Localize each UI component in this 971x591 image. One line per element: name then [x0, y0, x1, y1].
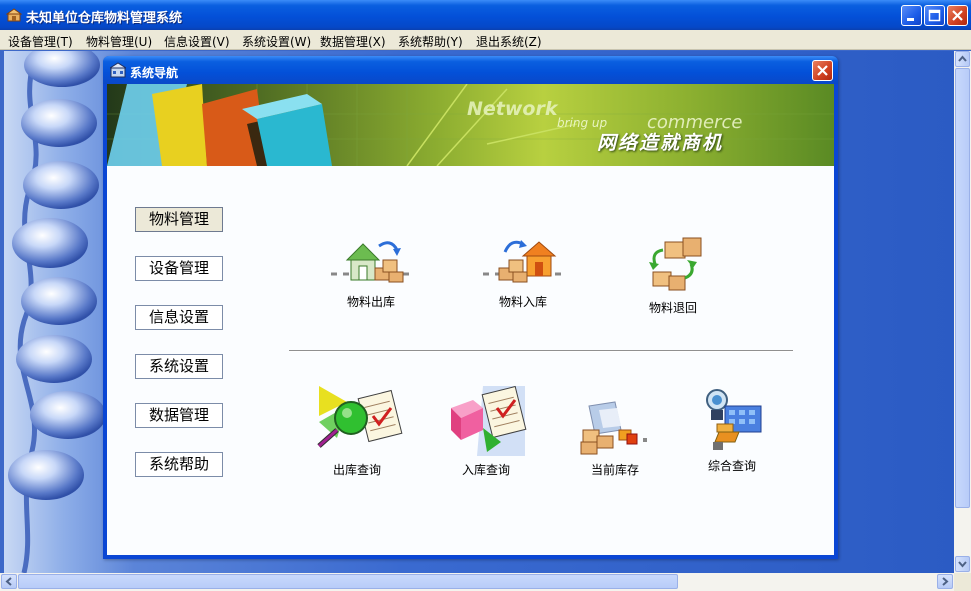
menu-data[interactable]: 数据管理(X) [320, 33, 386, 50]
horizontal-scrollbar[interactable] [0, 573, 954, 591]
outbound-query-icon [317, 386, 403, 448]
chevron-up-icon [958, 55, 967, 62]
minimize-icon [907, 18, 914, 21]
vertical-scrollbar[interactable] [954, 51, 971, 573]
dialog-close-button[interactable] [812, 60, 833, 81]
nav-data-management[interactable]: 数据管理 [135, 403, 223, 428]
scroll-up-arrow[interactable] [955, 51, 970, 67]
nav-material-management[interactable]: 物料管理 [135, 207, 223, 232]
nav-system-help[interactable]: 系统帮助 [135, 452, 223, 477]
func-inbound-query[interactable]: 入库查询 [443, 382, 529, 478]
func-material-in[interactable]: 物料入库 [481, 234, 565, 310]
network-banner-image: Network bring up commerce 网络造就商机 [107, 84, 834, 166]
menu-exit[interactable]: 退出系统(Z) [476, 33, 542, 50]
nav-info-settings[interactable]: 信息设置 [135, 305, 223, 330]
close-button[interactable] [947, 5, 968, 26]
scroll-left-arrow[interactable] [1, 574, 17, 589]
func-inbound-query-label: 入库查询 [461, 463, 510, 477]
close-icon [817, 65, 828, 76]
material-return-icon [649, 237, 702, 291]
menu-equipment[interactable]: 设备管理(T) [8, 33, 73, 50]
maximize-button[interactable] [924, 5, 945, 26]
menu-bar: 设备管理(T) 物料管理(U) 信息设置(V) 系统设置(W) 数据管理(X) … [0, 30, 971, 50]
scroll-right-arrow[interactable] [937, 574, 953, 589]
close-icon [952, 10, 963, 21]
system-navigation-dialog: 系统导航 Network bring up commerce 网络造就商机 物料… [103, 56, 838, 559]
main-title-bar[interactable]: 未知单位仓库物料管理系统 [0, 0, 971, 30]
chevron-down-icon [958, 561, 967, 568]
minimize-button[interactable] [901, 5, 922, 26]
app-icon [6, 8, 22, 22]
func-material-return-label: 物料退回 [648, 301, 697, 315]
menu-info-settings[interactable]: 信息设置(V) [164, 33, 230, 50]
menu-help[interactable]: 系统帮助(Y) [398, 33, 463, 50]
dialog-title-bar[interactable]: 系统导航 [103, 56, 838, 84]
func-material-out[interactable]: 物料出库 [329, 234, 413, 310]
inbound-query-icon [451, 385, 527, 456]
warehouse-out-icon [331, 241, 411, 283]
nav-system-settings[interactable]: 系统设置 [135, 354, 223, 379]
banner-network-text: Network [467, 98, 558, 120]
func-material-out-label: 物料出库 [346, 295, 395, 309]
func-outbound-query[interactable]: 出库查询 [307, 382, 407, 478]
nav-equipment-management[interactable]: 设备管理 [135, 256, 223, 281]
func-material-in-label: 物料入库 [498, 295, 547, 309]
comprehensive-query-icon [706, 389, 762, 450]
func-current-stock-label: 当前库存 [590, 463, 639, 477]
current-stock-icon [580, 401, 647, 455]
func-material-return[interactable]: 物料退回 [635, 234, 711, 316]
chevron-right-icon [942, 577, 949, 586]
scroll-down-arrow[interactable] [955, 556, 970, 572]
dialog-app-icon [110, 62, 126, 78]
vertical-scroll-thumb[interactable] [955, 68, 970, 508]
func-outbound-query-label: 出库查询 [332, 463, 381, 477]
horizontal-scroll-thumb[interactable] [18, 574, 678, 589]
section-divider [289, 350, 793, 352]
func-comprehensive-query[interactable]: 综合查询 [695, 386, 769, 474]
warehouse-in-icon [483, 240, 563, 283]
banner-slogan: 网络造就商机 [597, 132, 724, 154]
scrollbar-corner [954, 573, 971, 591]
menu-system-settings[interactable]: 系统设置(W) [242, 33, 311, 50]
spiral-binding-decoration [8, 51, 106, 573]
func-current-stock[interactable]: 当前库存 [577, 400, 653, 478]
window-title: 未知单位仓库物料管理系统 [26, 11, 183, 26]
menu-material[interactable]: 物料管理(U) [86, 33, 152, 50]
dialog-title: 系统导航 [130, 66, 179, 80]
maximize-icon [928, 9, 941, 22]
chevron-left-icon [5, 577, 12, 586]
dialog-client-area: Network bring up commerce 网络造就商机 物料管理 设备… [107, 84, 834, 555]
func-comprehensive-query-label: 综合查询 [707, 459, 756, 473]
